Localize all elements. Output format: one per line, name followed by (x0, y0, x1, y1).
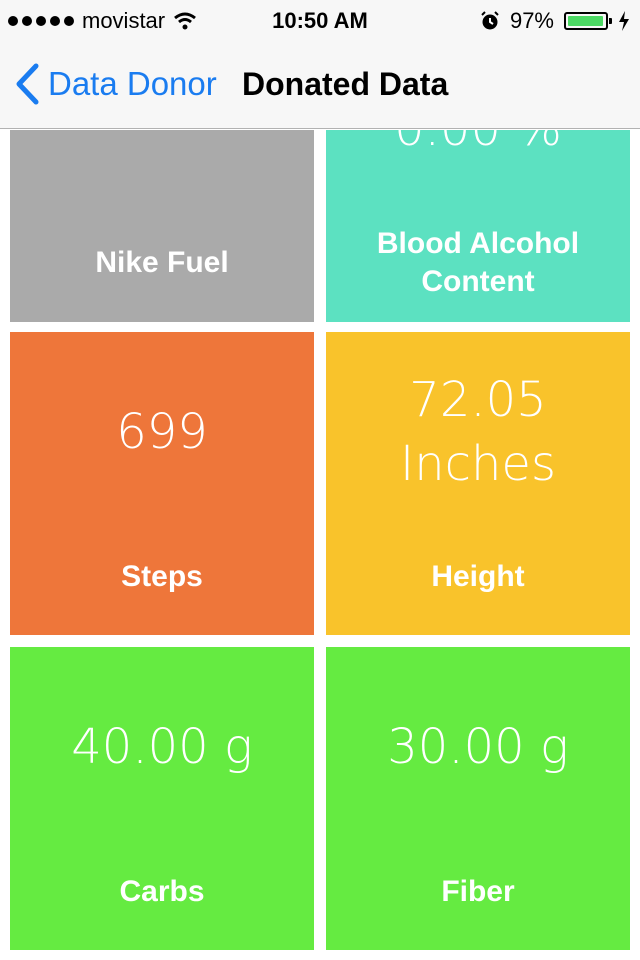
tile-height[interactable]: 72.05 Inches Height (326, 332, 630, 635)
charging-icon (619, 11, 629, 31)
tile-fiber[interactable]: 30.00 g Fiber (326, 647, 630, 950)
status-bar: movistar 10:50 AM 97% (0, 0, 640, 40)
back-button-label: Data Donor (48, 65, 217, 102)
back-button[interactable]: Data Donor (14, 62, 217, 106)
tile-label: Blood Alcohol Content (376, 227, 580, 298)
tile-value: 40.00 g (71, 719, 253, 775)
tile-value: 699 (116, 404, 208, 460)
tile-blood-alcohol-content[interactable]: 0.00 % Blood Alcohol Content (326, 130, 630, 322)
status-right: 97% (480, 8, 630, 34)
tile-label: Steps (121, 560, 203, 593)
chevron-left-icon (16, 63, 39, 105)
tile-nike-fuel[interactable]: Nike Fuel (10, 130, 314, 322)
tile-label: Carbs (119, 875, 205, 908)
tile-value: 30.00 g (387, 719, 569, 775)
alarm-icon (481, 11, 499, 30)
tile-carbs[interactable]: 40.00 g Carbs (10, 647, 314, 950)
page-title: Donated Data (242, 66, 449, 102)
battery-icon (564, 12, 612, 30)
tile-value: 0.00 % (326, 130, 630, 161)
battery-percent: 97% (509, 8, 554, 33)
tile-label: Fiber (441, 875, 515, 908)
navigation-bar: Data Donor Donated Data (0, 40, 640, 129)
battery-level (568, 16, 603, 26)
tile-steps[interactable]: 699 Steps (10, 332, 314, 635)
tile-value: 72.05 Inches (400, 372, 556, 492)
tile-label: Height (431, 560, 525, 593)
tile-label: Nike Fuel (95, 246, 229, 279)
